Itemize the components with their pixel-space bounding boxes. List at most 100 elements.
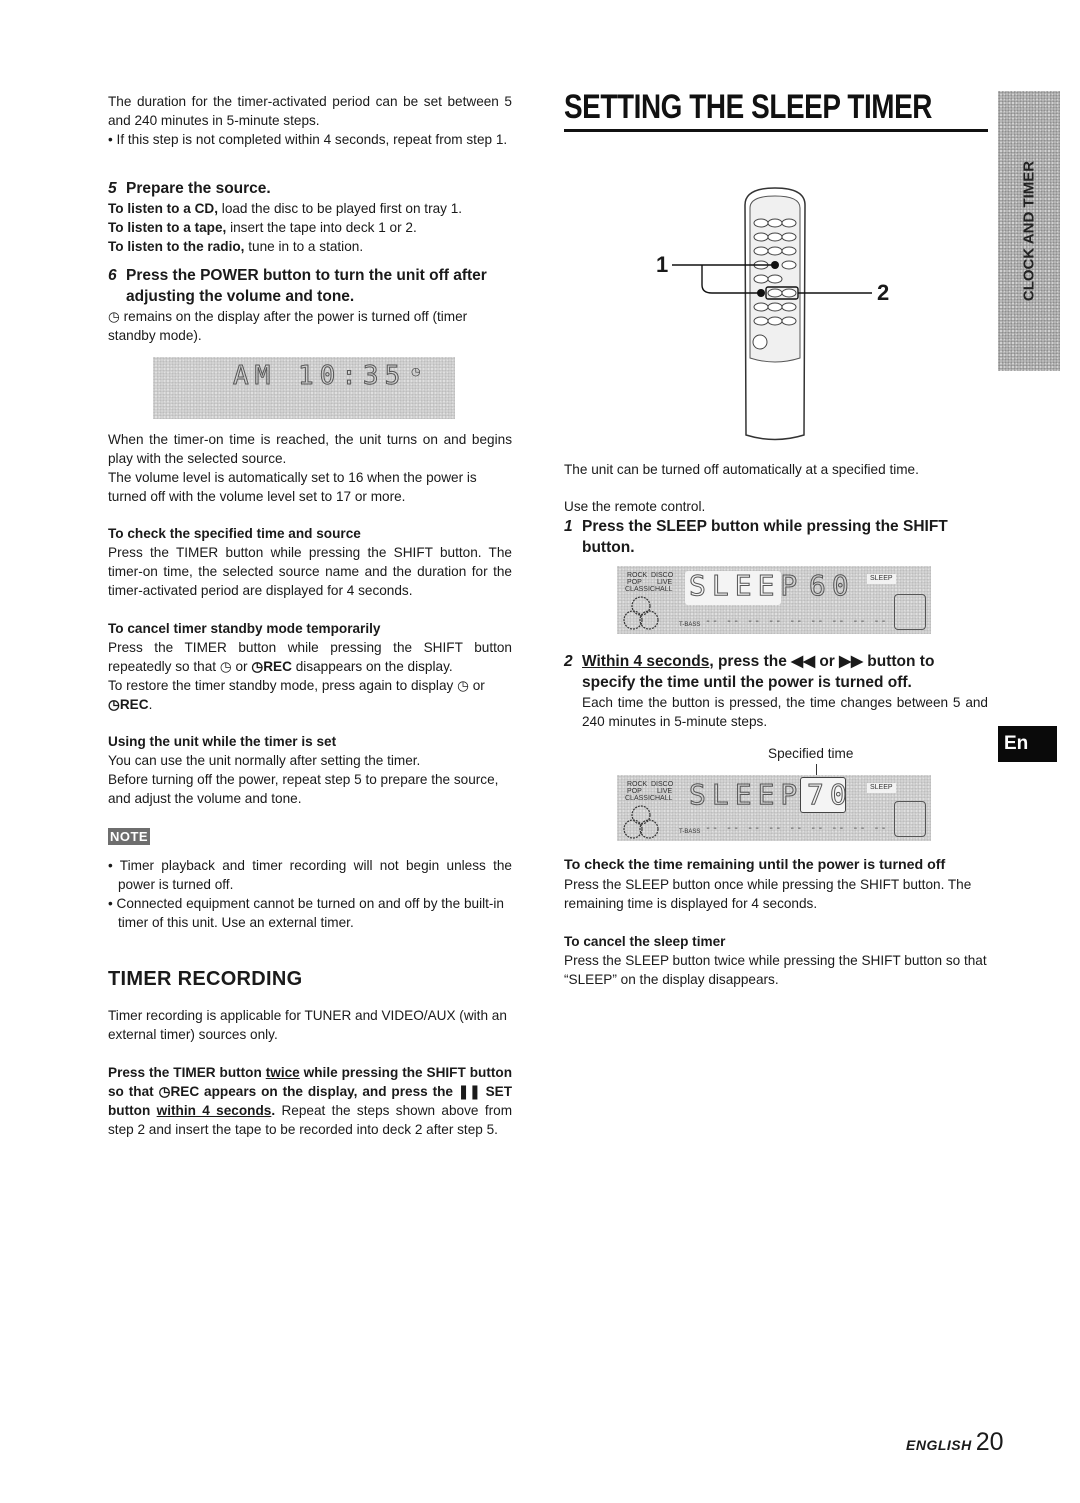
eq-label-hall: HALL	[655, 586, 673, 593]
surround-logo-icon	[623, 805, 659, 839]
surround-logo-icon	[623, 596, 659, 630]
cancel-standby-section: To cancel timer standby mode temporarily…	[108, 619, 512, 714]
title-rule	[564, 129, 988, 132]
step-6: 6 Press the POWER button to turn the unit…	[108, 265, 512, 345]
timer-recording-instruction-text: Press the TIMER button twice while press…	[108, 1063, 512, 1139]
cd-text: load the disc to be played first on tray…	[218, 201, 463, 216]
timer-rec-indicator: ◷REC	[108, 697, 149, 712]
level-meter: -- -- -- -- -- -- -- -- --	[705, 616, 888, 627]
check-time-heading: To check the specified time and source	[108, 526, 361, 541]
sleep-step-1-heading: 1 Press the SLEEP button while pressing t…	[564, 516, 988, 558]
timer-recording-title: TIMER RECORDING	[108, 968, 303, 990]
intro-block: The duration for the timer-activated per…	[108, 92, 512, 149]
language-tab: En	[998, 726, 1057, 762]
clock-display-text: AM 10:35	[232, 361, 407, 392]
display-square	[894, 801, 926, 837]
timer-clock-icon: ◷	[411, 366, 421, 378]
sleep-intro: The unit can be turned off automatically…	[564, 460, 988, 479]
use-remote: Use the remote control.	[564, 497, 988, 516]
sleep-step-2-body: Each time the button is pressed, the tim…	[582, 695, 988, 729]
cancel-sleep-body: Press the SLEEP button twice while press…	[564, 953, 987, 987]
step-6-heading: 6 Press the POWER button to turn the unit…	[108, 265, 512, 307]
cancel-standby-heading: To cancel timer standby mode temporarily	[108, 621, 381, 636]
callout-2: 2	[877, 280, 890, 305]
cancel-sleep-section: To cancel the sleep timer Press the SLEE…	[564, 932, 988, 989]
text-span: disappears on the display.	[291, 659, 453, 674]
note-list: • Timer playback and timer recording wil…	[108, 856, 512, 932]
page-number: 20	[975, 1428, 1004, 1456]
tape-instruction: To listen to a tape, insert the tape int…	[108, 218, 512, 237]
note-item-text: Timer playback and timer recording will …	[118, 858, 512, 892]
note-item-text: Connected equipment cannot be turned on …	[116, 896, 504, 930]
section-side-tab: CLOCK AND TIMER	[998, 91, 1060, 371]
rewind-icon: ◀◀	[791, 653, 816, 670]
clock-display: AM 10:35 ◷	[153, 357, 455, 419]
check-remaining-body: Press the SLEEP button once while pressi…	[564, 877, 972, 911]
retry-bullet-text: If this step is not completed within 4 s…	[116, 132, 508, 147]
sleep-display-60: ROCK DISCO POP LIVE CLASSIC HALL SLEEP 6…	[617, 566, 931, 634]
tape-lead: To listen to a tape,	[108, 220, 227, 235]
note-badge: NOTE	[108, 828, 150, 845]
sleep-minutes-value: 60	[809, 569, 855, 603]
text-span: , press the	[709, 653, 792, 670]
step-5-heading: 5 Prepare the source.	[108, 178, 512, 199]
step-number: 2	[564, 653, 573, 670]
retry-bullet: • If this step is not completed within 4…	[108, 132, 508, 147]
pause-icon: ❚❚	[457, 1084, 481, 1099]
restore-standby-body: To restore the timer standby mode, press…	[108, 676, 512, 714]
footer-language: ENGLISH	[906, 1437, 972, 1453]
sleep-intro-text: The unit can be turned off automatically…	[564, 462, 919, 477]
text-span: or	[815, 653, 840, 670]
step-number: 5	[108, 180, 117, 197]
text-span: To restore the timer standby mode, press…	[108, 678, 458, 693]
timer-clock-icon: ◷	[219, 659, 232, 674]
text-span: or	[231, 659, 252, 674]
emphasis-within: Within 4 seconds	[582, 653, 710, 670]
volume-text: The volume level is automatically set to…	[108, 470, 477, 504]
cancel-standby-body: Press the TIMER button while pressing th…	[108, 638, 512, 676]
radio-text: tune in to a station.	[244, 239, 364, 254]
text-span: .	[148, 697, 153, 712]
eq-label-classic: CLASSIC	[625, 795, 655, 802]
cancel-sleep-heading: To cancel the sleep timer	[564, 934, 726, 949]
page-footer: ENGLISH 20	[906, 1428, 1004, 1457]
level-meter: -- -- -- -- -- -- -- -- --	[705, 823, 888, 834]
step-title: Press the SLEEP button while pressing th…	[582, 518, 948, 556]
eq-label-hall: HALL	[655, 795, 673, 802]
check-remaining-section: To check the time remaining until the po…	[564, 856, 988, 913]
step-title: Press the POWER button to turn the unit …	[126, 267, 487, 305]
step-6-body: ◷ remains on the display after the power…	[108, 307, 512, 345]
radio-instruction: To listen to the radio, tune in to a sta…	[108, 237, 512, 256]
timer-recording-instruction: Press the TIMER button twice while press…	[108, 1063, 512, 1139]
eq-label-classic: CLASSIC	[625, 586, 655, 593]
tape-text: insert the tape into deck 1 or 2.	[226, 220, 417, 235]
step-6-body-text: remains on the display after the power i…	[108, 309, 468, 343]
sleep-minutes-value: 70	[807, 778, 853, 812]
timer-clock-icon: ◷	[108, 309, 120, 324]
remote-control-illustration	[672, 187, 872, 441]
radio-lead: To listen to the radio,	[108, 239, 245, 254]
callout-1: 1	[656, 252, 669, 277]
emphasis-twice: twice	[265, 1065, 300, 1080]
emphasis-within: within 4 seconds	[156, 1103, 272, 1118]
timer-clock-icon: ◷	[457, 678, 469, 693]
duration-text: The duration for the timer-activated per…	[108, 94, 512, 128]
sleep-segment-text: SLEEP	[688, 569, 804, 603]
tbass-label: T-BASS	[679, 829, 701, 835]
tbass-label: T-BASS	[679, 622, 701, 628]
check-time-body: Press the TIMER button while pressing th…	[108, 545, 512, 598]
timer-rec-indicator: ◷REC	[158, 1084, 200, 1099]
use-remote-text: Use the remote control.	[564, 499, 706, 514]
check-time-section: To check the specified time and source P…	[108, 524, 512, 600]
text-span: Press the TIMER button	[108, 1065, 266, 1080]
timer-rec-indicator: ◷REC	[251, 659, 292, 674]
note-item: • Timer playback and timer recording wil…	[108, 858, 512, 892]
timer-recording-intro-text: Timer recording is applicable for TUNER …	[108, 1008, 507, 1042]
display-square	[894, 594, 926, 630]
sleep-step-2-heading: 2 Within 4 seconds, press the ◀◀ or ▶▶ bu…	[564, 651, 988, 693]
step-number: 1	[564, 518, 573, 535]
timer-on-text: When the timer-on time is reached, the u…	[108, 432, 512, 466]
cd-instruction: To listen to a CD, load the disc to be p…	[108, 199, 512, 218]
after-display-text: When the timer-on time is reached, the u…	[108, 430, 512, 506]
sleep-segment-text: SLEEP	[688, 778, 804, 812]
